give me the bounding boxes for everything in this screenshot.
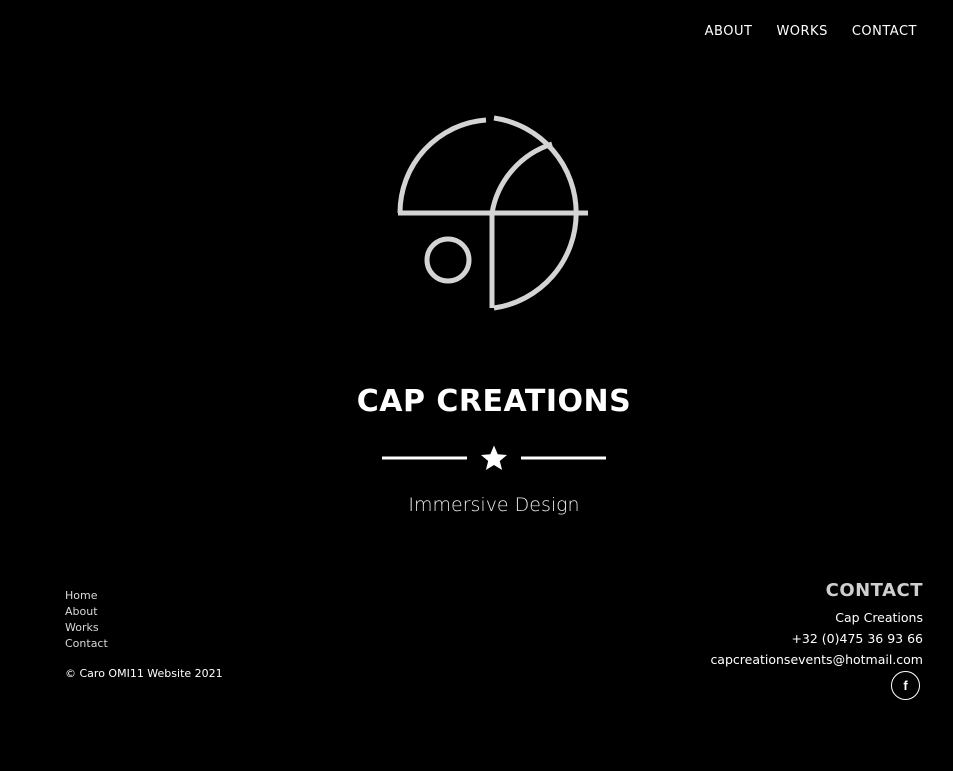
facebook-icon: f xyxy=(903,678,908,693)
brand-logo xyxy=(397,115,588,311)
footer-works-link[interactable]: Works xyxy=(65,620,108,635)
page: ABOUT WORKS CONTACT CAP CREATIONS Immers… xyxy=(0,0,953,771)
title-divider xyxy=(382,445,606,470)
star-icon xyxy=(481,445,507,470)
contact-name: Cap Creations xyxy=(835,610,923,625)
copyright: © Caro OMI11 Website 2021 xyxy=(65,667,223,680)
contact-phone[interactable]: +32 (0)475 36 93 66 xyxy=(710,628,923,649)
contact-heading: CONTACT xyxy=(825,580,923,601)
top-nav: ABOUT WORKS CONTACT xyxy=(705,24,917,39)
facebook-button[interactable]: f xyxy=(891,671,920,700)
tagline: Immersive Design xyxy=(408,494,580,516)
footer-contact: CONTACT Cap Creations +32 (0)475 36 93 6… xyxy=(710,580,923,670)
contact-email[interactable]: capcreationsevents@hotmail.com xyxy=(710,649,923,670)
footer-contact-link[interactable]: Contact xyxy=(65,636,108,651)
footer-about-link[interactable]: About xyxy=(65,604,108,619)
nav-works-link[interactable]: WORKS xyxy=(776,24,827,39)
footer-home-link[interactable]: Home xyxy=(65,588,108,603)
brand-title: CAP CREATIONS xyxy=(356,384,632,419)
nav-about-link[interactable]: ABOUT xyxy=(705,24,753,39)
nav-contact-link[interactable]: CONTACT xyxy=(852,24,917,39)
footer-links: Home About Works Contact xyxy=(65,588,108,651)
